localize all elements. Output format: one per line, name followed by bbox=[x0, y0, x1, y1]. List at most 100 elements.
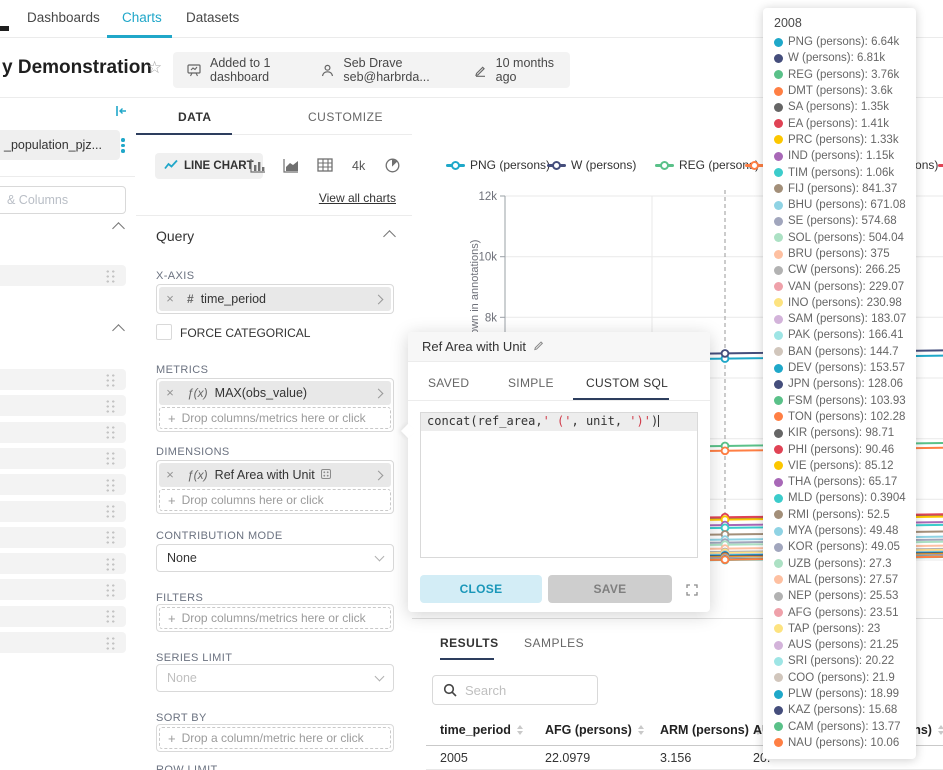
owner-label[interactable]: Seb Drave seb@harbrda... bbox=[343, 56, 452, 84]
drag-handle-icon[interactable] bbox=[105, 557, 116, 571]
results-search-input[interactable] bbox=[432, 675, 598, 705]
series-color-dot bbox=[774, 298, 783, 307]
metrics-label: METRICS bbox=[156, 364, 208, 376]
numeric-type-icon: # bbox=[187, 292, 194, 306]
legend-item[interactable]: W (persons) bbox=[547, 158, 636, 172]
series-color-dot bbox=[774, 38, 783, 47]
app-logo[interactable] bbox=[0, 26, 9, 31]
sort-icon[interactable] bbox=[638, 725, 644, 735]
sort-icon[interactable] bbox=[517, 725, 523, 735]
sort-by-drop-zone[interactable]: + Drop a column/metric here or click bbox=[159, 727, 391, 749]
series-value-label: BAN (persons): 144.7 bbox=[788, 346, 899, 358]
edit-title-icon[interactable] bbox=[533, 339, 545, 354]
tooltip-series-item: FIJ (persons): 841.37 bbox=[774, 181, 906, 197]
series-value-label: COO (persons): 21.9 bbox=[788, 672, 895, 684]
metrics-drop-zone[interactable]: + Drop columns/metrics here or click bbox=[159, 407, 391, 429]
area-chart-icon[interactable] bbox=[283, 158, 299, 178]
contribution-mode-select[interactable]: None bbox=[156, 544, 394, 572]
pie-chart-icon[interactable] bbox=[385, 158, 400, 178]
remove-icon[interactable]: × bbox=[159, 381, 181, 405]
drag-handle-icon[interactable] bbox=[105, 269, 116, 283]
column-field-row[interactable] bbox=[0, 448, 126, 469]
table-chart-icon[interactable] bbox=[317, 158, 333, 177]
view-all-charts-link[interactable]: View all charts bbox=[319, 191, 396, 205]
series-color-dot bbox=[774, 429, 783, 438]
tab-customize[interactable]: CUSTOMIZE bbox=[308, 110, 383, 124]
remove-icon[interactable]: × bbox=[159, 463, 181, 487]
query-collapse-icon[interactable] bbox=[385, 232, 394, 241]
collapse-panel-icon[interactable] bbox=[114, 104, 128, 123]
column-field-row[interactable] bbox=[0, 422, 126, 443]
dimension-option-pill[interactable]: × ƒ(x) Ref Area with Unit bbox=[159, 463, 391, 487]
column-field-row[interactable] bbox=[0, 632, 126, 653]
favorite-star-icon[interactable]: ☆ bbox=[147, 58, 162, 78]
tab-simple[interactable]: SIMPLE bbox=[508, 376, 554, 390]
dashboard-count-label[interactable]: Added to 1 dashboard bbox=[210, 56, 300, 84]
dataset-search-input[interactable] bbox=[0, 186, 126, 214]
nav-datasets[interactable]: Datasets bbox=[186, 10, 239, 25]
dashboard-icon bbox=[187, 63, 201, 77]
legend-item[interactable]: EA (persons) bbox=[938, 158, 943, 172]
filters-drop-zone[interactable]: + Drop columns/metrics here or click bbox=[159, 607, 391, 629]
drag-handle-icon[interactable] bbox=[105, 609, 116, 623]
tooltip-series-item: VAN (persons): 229.07 bbox=[774, 278, 906, 294]
dataset-name[interactable]: _population_pjz... bbox=[0, 130, 120, 160]
column-header[interactable]: ARM (persons) bbox=[660, 723, 761, 737]
tab-data[interactable]: DATA bbox=[178, 110, 212, 124]
save-button[interactable]: SAVE bbox=[548, 575, 672, 603]
drag-handle-icon[interactable] bbox=[105, 425, 116, 439]
column-header[interactable]: AFG (persons) bbox=[545, 723, 644, 737]
drag-handle-icon[interactable] bbox=[105, 530, 116, 544]
column-field-row[interactable] bbox=[0, 579, 126, 600]
drag-handle-icon[interactable] bbox=[105, 583, 116, 597]
column-field-row[interactable] bbox=[0, 501, 126, 522]
legend-item[interactable]: REG (persons) bbox=[655, 158, 759, 172]
column-field-row[interactable] bbox=[0, 395, 126, 416]
drag-handle-icon[interactable] bbox=[105, 373, 116, 387]
popover-title: Ref Area with Unit bbox=[422, 339, 526, 354]
sort-icon[interactable] bbox=[938, 725, 943, 735]
column-field-row[interactable] bbox=[0, 369, 126, 390]
series-limit-select[interactable]: None bbox=[156, 664, 394, 692]
big-number-viz-icon[interactable]: 4k bbox=[352, 159, 365, 173]
column-field-row[interactable] bbox=[0, 606, 126, 627]
tooltip-series-item: CW (persons): 266.25 bbox=[774, 262, 906, 278]
close-button[interactable]: CLOSE bbox=[420, 575, 542, 603]
metric-option-pill[interactable]: × ƒ(x) MAX(obs_value) bbox=[159, 381, 391, 405]
drag-handle-icon[interactable] bbox=[105, 451, 116, 465]
drag-handle-icon[interactable] bbox=[105, 478, 116, 492]
nav-dashboards[interactable]: Dashboards bbox=[27, 10, 100, 25]
column-field-row[interactable] bbox=[0, 474, 126, 495]
nav-charts[interactable]: Charts bbox=[122, 10, 162, 25]
drag-handle-icon[interactable] bbox=[105, 504, 116, 518]
legend-label: PNG (persons) bbox=[470, 158, 550, 172]
contribution-mode-label: CONTRIBUTION MODE bbox=[156, 530, 283, 542]
tab-saved[interactable]: SAVED bbox=[428, 376, 469, 390]
column-header-label: time_period bbox=[440, 723, 511, 737]
drag-handle-icon[interactable] bbox=[105, 636, 116, 650]
expand-editor-icon[interactable] bbox=[686, 583, 698, 601]
column-field-row[interactable] bbox=[0, 553, 126, 574]
tab-samples[interactable]: SAMPLES bbox=[524, 636, 584, 650]
bar-chart-icon[interactable] bbox=[250, 158, 266, 178]
legend-item[interactable]: PNG (persons) bbox=[446, 158, 550, 172]
sql-editor[interactable]: concat(ref_area,' (', unit, ')') bbox=[420, 412, 698, 558]
series-value-label: MLD (persons): 0.3904 bbox=[788, 492, 906, 504]
dataset-menu-icon[interactable] bbox=[119, 136, 127, 155]
tab-results[interactable]: RESULTS bbox=[440, 636, 499, 650]
dimensions-drop-zone[interactable]: + Drop columns here or click bbox=[159, 489, 391, 511]
function-icon: ƒ(x) bbox=[187, 468, 208, 482]
drag-handle-icon[interactable] bbox=[105, 399, 116, 413]
drop-hint: Drop a column/metric here or click bbox=[182, 731, 364, 745]
remove-icon[interactable]: × bbox=[159, 287, 181, 311]
tab-custom-sql[interactable]: CUSTOM SQL bbox=[586, 376, 668, 390]
viz-type-line-chart-button[interactable]: LINE CHART bbox=[155, 153, 263, 179]
sort-by-control: + Drop a column/metric here or click bbox=[156, 724, 394, 752]
metrics-section-collapse-icon[interactable] bbox=[114, 224, 123, 233]
force-categorical-checkbox[interactable] bbox=[156, 324, 172, 340]
x-axis-option-pill[interactable]: × # time_period bbox=[159, 287, 391, 311]
column-header[interactable]: time_period bbox=[440, 723, 523, 737]
metric-field-row[interactable] bbox=[0, 265, 126, 286]
columns-section-collapse-icon[interactable] bbox=[114, 326, 123, 335]
column-field-row[interactable] bbox=[0, 527, 126, 548]
